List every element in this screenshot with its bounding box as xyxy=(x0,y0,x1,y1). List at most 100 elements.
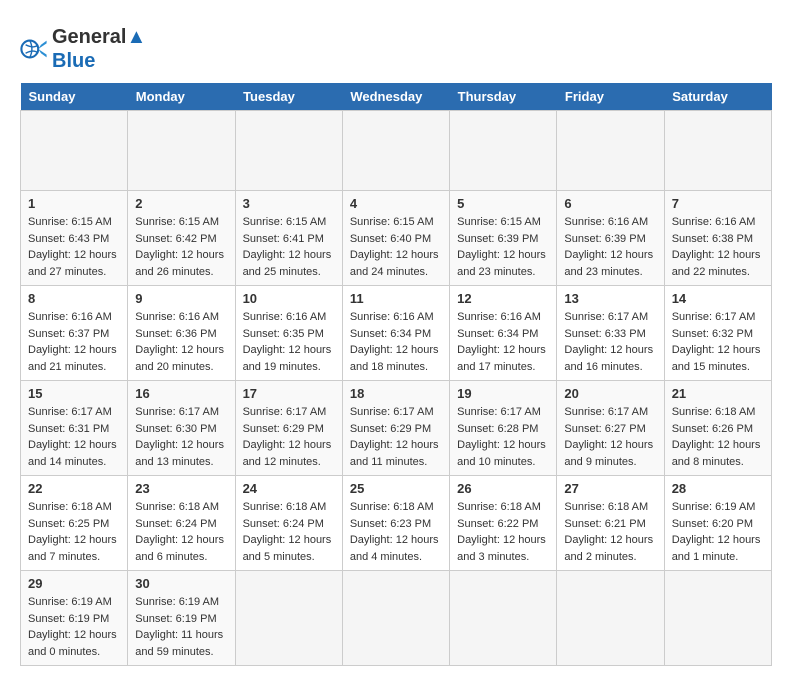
sunset-label: Sunset: 6:29 PM xyxy=(350,423,431,435)
daylight-label: Daylight: 12 hours and 27 minutes. xyxy=(28,249,117,278)
header-day-tuesday: Tuesday xyxy=(235,83,342,111)
daylight-label: Daylight: 12 hours and 15 minutes. xyxy=(672,344,761,373)
daylight-label: Daylight: 12 hours and 2 minutes. xyxy=(564,534,653,563)
day-number: 24 xyxy=(243,481,335,496)
daylight-label: Daylight: 12 hours and 25 minutes. xyxy=(243,249,332,278)
calendar-cell: 8 Sunrise: 6:16 AM Sunset: 6:37 PM Dayli… xyxy=(21,286,128,381)
sunrise-label: Sunrise: 6:18 AM xyxy=(243,501,327,513)
day-number: 22 xyxy=(28,481,120,496)
sunrise-label: Sunrise: 6:18 AM xyxy=(672,406,756,418)
calendar-cell: 4 Sunrise: 6:15 AM Sunset: 6:40 PM Dayli… xyxy=(342,191,449,286)
daylight-label: Daylight: 12 hours and 3 minutes. xyxy=(457,534,546,563)
daylight-label: Daylight: 12 hours and 7 minutes. xyxy=(28,534,117,563)
calendar-week-1 xyxy=(21,111,772,191)
day-number: 13 xyxy=(564,291,656,306)
daylight-label: Daylight: 12 hours and 9 minutes. xyxy=(564,439,653,468)
day-info: Sunrise: 6:19 AM Sunset: 6:20 PM Dayligh… xyxy=(672,499,764,565)
calendar-cell: 11 Sunrise: 6:16 AM Sunset: 6:34 PM Dayl… xyxy=(342,286,449,381)
day-info: Sunrise: 6:16 AM Sunset: 6:37 PM Dayligh… xyxy=(28,309,120,375)
day-info: Sunrise: 6:16 AM Sunset: 6:36 PM Dayligh… xyxy=(135,309,227,375)
sunset-label: Sunset: 6:24 PM xyxy=(243,518,324,530)
day-number: 19 xyxy=(457,386,549,401)
day-info: Sunrise: 6:16 AM Sunset: 6:35 PM Dayligh… xyxy=(243,309,335,375)
calendar-cell: 16 Sunrise: 6:17 AM Sunset: 6:30 PM Dayl… xyxy=(128,381,235,476)
calendar-cell: 6 Sunrise: 6:16 AM Sunset: 6:39 PM Dayli… xyxy=(557,191,664,286)
day-number: 9 xyxy=(135,291,227,306)
calendar-cell: 17 Sunrise: 6:17 AM Sunset: 6:29 PM Dayl… xyxy=(235,381,342,476)
daylight-label: Daylight: 12 hours and 21 minutes. xyxy=(28,344,117,373)
calendar-cell xyxy=(128,111,235,191)
sunrise-label: Sunrise: 6:15 AM xyxy=(135,216,219,228)
sunset-label: Sunset: 6:34 PM xyxy=(350,328,431,340)
daylight-label: Daylight: 12 hours and 6 minutes. xyxy=(135,534,224,563)
sunset-label: Sunset: 6:30 PM xyxy=(135,423,216,435)
daylight-label: Daylight: 12 hours and 23 minutes. xyxy=(564,249,653,278)
calendar-cell xyxy=(235,111,342,191)
header-day-monday: Monday xyxy=(128,83,235,111)
daylight-label: Daylight: 12 hours and 18 minutes. xyxy=(350,344,439,373)
sunset-label: Sunset: 6:33 PM xyxy=(564,328,645,340)
day-info: Sunrise: 6:18 AM Sunset: 6:24 PM Dayligh… xyxy=(135,499,227,565)
logo-icon xyxy=(20,35,48,63)
day-info: Sunrise: 6:15 AM Sunset: 6:43 PM Dayligh… xyxy=(28,214,120,280)
calendar-cell xyxy=(664,111,771,191)
daylight-label: Daylight: 12 hours and 12 minutes. xyxy=(243,439,332,468)
calendar-cell: 3 Sunrise: 6:15 AM Sunset: 6:41 PM Dayli… xyxy=(235,191,342,286)
sunrise-label: Sunrise: 6:18 AM xyxy=(564,501,648,513)
calendar-cell xyxy=(342,571,449,666)
sunset-label: Sunset: 6:27 PM xyxy=(564,423,645,435)
day-info: Sunrise: 6:17 AM Sunset: 6:28 PM Dayligh… xyxy=(457,404,549,470)
day-number: 14 xyxy=(672,291,764,306)
day-number: 11 xyxy=(350,291,442,306)
calendar-cell: 26 Sunrise: 6:18 AM Sunset: 6:22 PM Dayl… xyxy=(450,476,557,571)
sunrise-label: Sunrise: 6:16 AM xyxy=(564,216,648,228)
sunrise-label: Sunrise: 6:19 AM xyxy=(28,596,112,608)
header-day-friday: Friday xyxy=(557,83,664,111)
calendar-week-4: 15 Sunrise: 6:17 AM Sunset: 6:31 PM Dayl… xyxy=(21,381,772,476)
calendar-cell: 29 Sunrise: 6:19 AM Sunset: 6:19 PM Dayl… xyxy=(21,571,128,666)
day-info: Sunrise: 6:16 AM Sunset: 6:34 PM Dayligh… xyxy=(457,309,549,375)
day-info: Sunrise: 6:17 AM Sunset: 6:33 PM Dayligh… xyxy=(564,309,656,375)
sunrise-label: Sunrise: 6:15 AM xyxy=(243,216,327,228)
sunrise-label: Sunrise: 6:17 AM xyxy=(350,406,434,418)
calendar-week-5: 22 Sunrise: 6:18 AM Sunset: 6:25 PM Dayl… xyxy=(21,476,772,571)
logo: General▲ Blue xyxy=(20,25,146,73)
day-info: Sunrise: 6:17 AM Sunset: 6:29 PM Dayligh… xyxy=(350,404,442,470)
calendar-cell: 21 Sunrise: 6:18 AM Sunset: 6:26 PM Dayl… xyxy=(664,381,771,476)
calendar-cell xyxy=(557,111,664,191)
sunrise-label: Sunrise: 6:17 AM xyxy=(135,406,219,418)
calendar-week-2: 1 Sunrise: 6:15 AM Sunset: 6:43 PM Dayli… xyxy=(21,191,772,286)
day-number: 10 xyxy=(243,291,335,306)
sunset-label: Sunset: 6:34 PM xyxy=(457,328,538,340)
calendar-cell xyxy=(21,111,128,191)
day-number: 3 xyxy=(243,196,335,211)
calendar-cell: 18 Sunrise: 6:17 AM Sunset: 6:29 PM Dayl… xyxy=(342,381,449,476)
day-number: 12 xyxy=(457,291,549,306)
day-number: 4 xyxy=(350,196,442,211)
sunset-label: Sunset: 6:28 PM xyxy=(457,423,538,435)
day-info: Sunrise: 6:15 AM Sunset: 6:41 PM Dayligh… xyxy=(243,214,335,280)
calendar-cell: 27 Sunrise: 6:18 AM Sunset: 6:21 PM Dayl… xyxy=(557,476,664,571)
sunset-label: Sunset: 6:36 PM xyxy=(135,328,216,340)
sunset-label: Sunset: 6:42 PM xyxy=(135,233,216,245)
sunrise-label: Sunrise: 6:17 AM xyxy=(457,406,541,418)
sunrise-label: Sunrise: 6:17 AM xyxy=(243,406,327,418)
sunset-label: Sunset: 6:20 PM xyxy=(672,518,753,530)
header-day-sunday: Sunday xyxy=(21,83,128,111)
sunrise-label: Sunrise: 6:16 AM xyxy=(672,216,756,228)
sunrise-label: Sunrise: 6:16 AM xyxy=(243,311,327,323)
calendar-cell: 14 Sunrise: 6:17 AM Sunset: 6:32 PM Dayl… xyxy=(664,286,771,381)
sunrise-label: Sunrise: 6:16 AM xyxy=(350,311,434,323)
day-info: Sunrise: 6:16 AM Sunset: 6:34 PM Dayligh… xyxy=(350,309,442,375)
header: General▲ Blue xyxy=(20,20,772,73)
calendar-cell: 1 Sunrise: 6:15 AM Sunset: 6:43 PM Dayli… xyxy=(21,191,128,286)
daylight-label: Daylight: 12 hours and 14 minutes. xyxy=(28,439,117,468)
daylight-label: Daylight: 12 hours and 4 minutes. xyxy=(350,534,439,563)
sunset-label: Sunset: 6:39 PM xyxy=(564,233,645,245)
daylight-label: Daylight: 12 hours and 8 minutes. xyxy=(672,439,761,468)
sunset-label: Sunset: 6:21 PM xyxy=(564,518,645,530)
day-number: 26 xyxy=(457,481,549,496)
day-number: 1 xyxy=(28,196,120,211)
calendar-week-6: 29 Sunrise: 6:19 AM Sunset: 6:19 PM Dayl… xyxy=(21,571,772,666)
logo-text: General▲ Blue xyxy=(52,25,146,73)
